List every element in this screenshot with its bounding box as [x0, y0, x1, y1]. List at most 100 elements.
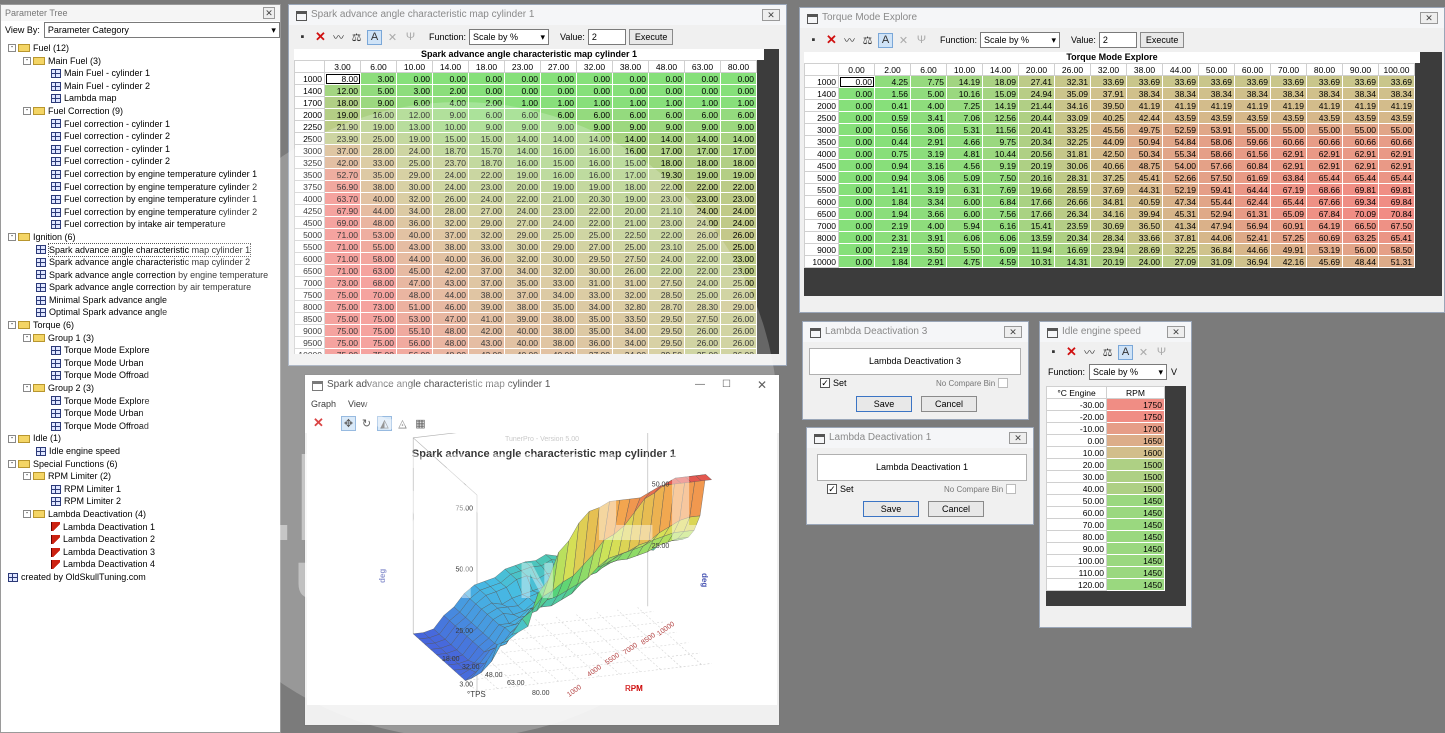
tree-item[interactable]: Torque Mode Urban [8, 407, 278, 420]
tree-item[interactable]: Fuel correction - cylinder 1 [8, 143, 278, 156]
map-cell[interactable]: 36.00 [576, 336, 613, 349]
map-cell[interactable]: 0.00 [432, 72, 469, 85]
map-cell[interactable]: 0.00 [838, 183, 875, 196]
map-cell[interactable]: 20.41 [1018, 123, 1055, 136]
map-cell[interactable]: 27.50 [684, 312, 721, 325]
map-cell[interactable]: 29.00 [720, 300, 757, 313]
map-cell[interactable]: 43.59 [1342, 111, 1379, 124]
map-cell[interactable]: 26.00 [720, 336, 757, 349]
map-cell[interactable]: 25.00 [540, 228, 577, 241]
map-cell[interactable]: 41.19 [1306, 99, 1343, 112]
map-cell[interactable]: 3.66 [910, 207, 947, 220]
map-cell[interactable]: 6.00 [468, 108, 505, 121]
map-cell[interactable]: 10.31 [1018, 255, 1055, 268]
map-cell[interactable]: 0.00 [576, 72, 613, 85]
map-cell[interactable]: 67.19 [1270, 183, 1307, 196]
map-cell[interactable]: 32.00 [504, 252, 541, 265]
map-cell[interactable]: 1450 [1106, 566, 1165, 579]
map-cell[interactable]: 52.94 [1198, 207, 1235, 220]
map-cell[interactable]: 21.44 [1018, 99, 1055, 112]
map-cell[interactable]: 6.00 [720, 108, 757, 121]
map-cell[interactable]: 55.00 [360, 240, 397, 253]
map-cell[interactable]: 6.16 [982, 219, 1019, 232]
map-cell[interactable]: 24.00 [684, 276, 721, 289]
map-cell[interactable]: 41.19 [1270, 99, 1307, 112]
smooth-icon[interactable]: Ψ [1154, 345, 1169, 360]
tree-item[interactable]: Spark advance angle correction by air te… [8, 281, 278, 294]
map-cell[interactable]: 0.94 [874, 171, 911, 184]
map-cell[interactable]: 68.00 [360, 276, 397, 289]
colormap-icon[interactable]: ▦ [413, 416, 428, 431]
map-cell[interactable]: 4.75 [946, 255, 983, 268]
map-cell[interactable]: 29.50 [648, 336, 685, 349]
interpolate-icon[interactable]: ✕ [1136, 345, 1151, 360]
map-cell[interactable]: 27.41 [1018, 75, 1055, 88]
map-cell[interactable]: 41.19 [1234, 99, 1271, 112]
map-cell[interactable]: 24.00 [684, 204, 721, 217]
map-cell[interactable]: 44.09 [1090, 135, 1127, 148]
map-cell[interactable]: 9.00 [468, 120, 505, 133]
map-cell[interactable]: 55.00 [1306, 123, 1343, 136]
tree-folder[interactable]: - Group 1 (3) [8, 332, 278, 345]
map-cell[interactable]: 45.31 [1162, 207, 1199, 220]
map-cell[interactable]: 23.59 [1054, 219, 1091, 232]
tree-item[interactable]: Lambda Deactivation 1 [8, 521, 278, 534]
map-cell[interactable]: 51.00 [396, 300, 433, 313]
map-cell[interactable]: 35.00 [576, 324, 613, 337]
map-cell[interactable]: 19.00 [324, 108, 361, 121]
save-icon[interactable]: ▪ [1046, 345, 1061, 360]
map-cell[interactable]: 1450 [1106, 506, 1165, 519]
map-cell[interactable]: 6.00 [612, 108, 649, 121]
map-cell[interactable]: 24.00 [1126, 255, 1163, 268]
map-cell[interactable]: 19.00 [396, 132, 433, 145]
map-cell[interactable]: 1.94 [874, 207, 911, 220]
map-cell[interactable]: 23.90 [324, 132, 361, 145]
map-cell[interactable]: 1750 [1106, 410, 1165, 423]
map-cell[interactable]: 49.75 [1126, 123, 1163, 136]
tree-folder[interactable]: - Special Functions (6) [8, 458, 278, 471]
tree-item[interactable]: Main Fuel - cylinder 2 [8, 80, 278, 93]
map-cell[interactable]: 37.81 [1162, 231, 1199, 244]
map-cell[interactable]: 6.00 [504, 108, 541, 121]
map-cell[interactable]: 38.34 [1306, 87, 1343, 100]
map-cell[interactable]: 41.19 [1126, 99, 1163, 112]
map-cell[interactable]: 28.70 [648, 300, 685, 313]
map-cell[interactable]: 39.00 [504, 312, 541, 325]
map-cell[interactable]: 15.09 [982, 87, 1019, 100]
map-cell[interactable]: 20.19 [1018, 159, 1055, 172]
map-cell[interactable]: 27.50 [648, 276, 685, 289]
map-cell[interactable]: 23.94 [1090, 243, 1127, 256]
map-cell[interactable]: 34.00 [576, 300, 613, 313]
map-cell[interactable]: 29.50 [648, 312, 685, 325]
map-cell[interactable]: 47.94 [1198, 219, 1235, 232]
map-cell[interactable]: 2.19 [874, 243, 911, 256]
map-cell[interactable]: 22.00 [684, 180, 721, 193]
map-cell[interactable]: 2.00 [468, 96, 505, 109]
map-cell[interactable]: 67.66 [1306, 195, 1343, 208]
map-cell[interactable]: 0.56 [874, 123, 911, 136]
map-cell[interactable]: 37.69 [1090, 183, 1127, 196]
map-cell[interactable]: 47.00 [396, 276, 433, 289]
map-cell[interactable]: 38.00 [432, 240, 469, 253]
map-cell[interactable]: 52.19 [1162, 183, 1199, 196]
map-cell[interactable]: 9.00 [576, 120, 613, 133]
map-cell[interactable]: 35.00 [576, 312, 613, 325]
map-cell[interactable]: 62.91 [1342, 147, 1379, 160]
map-cell[interactable]: 16.00 [576, 156, 613, 169]
function-select[interactable]: Scale by % [980, 32, 1061, 48]
map-cell[interactable]: 69.81 [1378, 183, 1415, 196]
map-cell[interactable]: 5.31 [946, 123, 983, 136]
map-cell[interactable]: 38.00 [360, 180, 397, 193]
map-cell[interactable]: 36.84 [1198, 243, 1235, 256]
tree-item[interactable]: Torque Mode Offroad [8, 420, 278, 433]
map-cell[interactable]: 42.44 [1126, 111, 1163, 124]
map-cell[interactable]: 14.00 [540, 132, 577, 145]
map-cell[interactable]: 39.00 [468, 300, 505, 313]
map-cell[interactable]: 25.00 [396, 156, 433, 169]
map-cell[interactable]: 29.00 [396, 168, 433, 181]
map-cell[interactable]: 62.44 [1234, 195, 1271, 208]
map-cell[interactable]: 19.00 [360, 120, 397, 133]
map-cell[interactable]: 20.34 [1018, 135, 1055, 148]
map-cell[interactable]: 43.59 [1234, 111, 1271, 124]
map-cell[interactable]: 15.70 [468, 144, 505, 157]
